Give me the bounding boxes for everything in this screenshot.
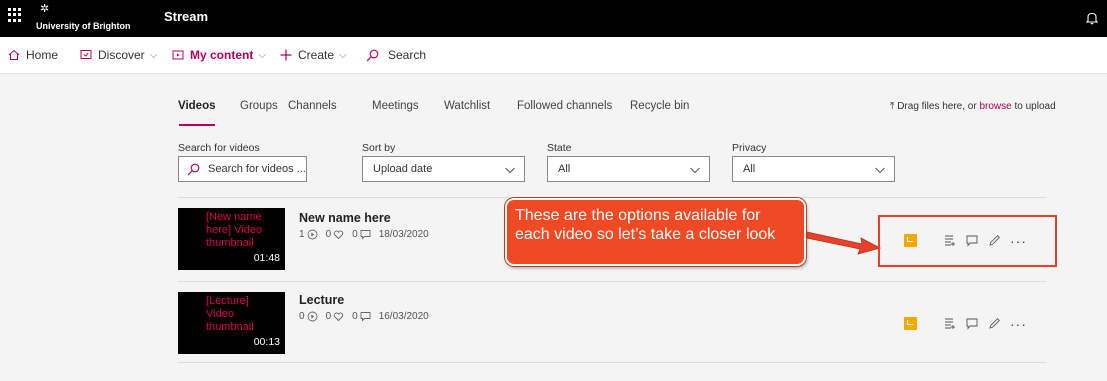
thumbnail-text: [New name here] Video thumbnail [206,211,263,249]
main-nav: Home Discover ⌵ My content ⌵ Create ⌵ Se… [0,37,1107,74]
nav-discover[interactable]: Discover ⌵ [80,48,157,62]
search-icon [366,49,379,61]
discover-icon [80,50,92,59]
actions-highlight-box [878,215,1057,267]
edit-pencil-icon[interactable] [988,317,1001,330]
video-thumbnail[interactable]: [Lecture] Video thumbnail 00:13 [178,292,285,354]
search-label: Search for videos [178,142,260,154]
state-select[interactable]: All [547,156,710,182]
comment-count: 0 [352,311,358,322]
video-stats: 0 0 0 16/03/2020 [299,311,429,322]
state-label: State [547,142,572,154]
owner-badge-icon[interactable] [904,317,917,330]
heart-icon [333,312,344,322]
video-stats: 1 0 0 18/03/2020 [299,229,429,240]
my-content-icon [172,50,184,60]
app-launcher-icon[interactable] [8,8,22,22]
search-icon [187,163,200,175]
comment-icon [360,230,371,240]
comment-count: 0 [352,229,358,240]
add-to-playlist-icon[interactable] [944,317,957,330]
tab-groups[interactable]: Groups [240,100,278,112]
like-count: 0 [325,229,332,240]
nav-home-label: Home [26,48,59,62]
top-bar: ✲ University of Brighton Stream [0,0,1107,37]
more-options-icon[interactable]: ··· [1010,317,1027,331]
nav-discover-label: Discover [98,48,145,62]
home-icon [8,49,20,60]
upload-hint: ⤒ Drag files here, or browse to upload [890,101,1056,112]
video-duration: 00:13 [253,336,280,348]
nav-home[interactable]: Home [8,48,58,62]
tab-videos[interactable]: Videos [178,100,216,112]
chevron-down-icon: ⌵ [339,49,347,61]
thumbnail-text: [Lecture] Video thumbnail [206,295,254,333]
upload-date: 18/03/2020 [378,229,429,240]
app-title[interactable]: Stream [164,9,208,24]
logo-star-icon: ✲ [40,3,50,15]
chevron-down-icon: ⌵ [258,49,266,61]
search-placeholder: Search for videos ... [208,163,306,175]
chevron-down-icon: ⌵ [149,49,158,61]
heart-icon [333,230,344,240]
upload-icon: ⤒ [890,101,895,112]
video-title[interactable]: New name here [299,211,391,225]
active-tab-indicator [179,124,215,126]
state-value: All [558,163,571,175]
sort-label: Sort by [362,142,396,154]
browse-link[interactable]: browse [979,101,1011,112]
annotation-callout: These are the options available for each… [505,198,806,266]
upload-prefix: Drag files here, or [897,101,977,112]
views-icon [307,229,318,240]
upload-date: 16/03/2020 [378,311,429,322]
tab-followed-channels[interactable]: Followed channels [517,100,612,112]
nav-search[interactable]: Search [366,48,426,62]
nav-my-content[interactable]: My content ⌵ [172,48,266,62]
privacy-value: All [743,163,756,175]
privacy-label: Privacy [732,142,767,154]
video-duration: 01:48 [253,252,280,264]
divider [178,281,1046,282]
chevron-down-icon [875,167,885,174]
like-count: 0 [325,311,332,322]
nav-my-content-label: My content [190,48,254,62]
add-comment-icon[interactable] [966,317,979,330]
nav-search-label: Search [388,48,427,62]
organization-name: University of Brighton [36,21,131,31]
nav-create[interactable]: Create ⌵ [280,48,347,62]
nav-create-label: Create [298,48,335,62]
video-thumbnail[interactable]: [New name here] Video thumbnail 01:48 [178,208,285,270]
view-count: 0 [299,311,305,322]
search-input[interactable]: Search for videos ... [178,156,307,182]
divider [178,362,1046,363]
sort-select[interactable]: Upload date [362,156,525,182]
chevron-down-icon [690,167,700,174]
annotation-arrow-icon [806,231,882,255]
tab-recycle-bin[interactable]: Recycle bin [630,100,689,112]
video-title[interactable]: Lecture [299,293,344,307]
views-icon [307,311,318,322]
tab-meetings[interactable]: Meetings [372,100,419,112]
chevron-down-icon [505,167,515,174]
tab-channels[interactable]: Channels [288,100,337,112]
view-count: 1 [299,229,305,240]
privacy-select[interactable]: All [732,156,895,182]
upload-suffix: to upload [1014,101,1056,112]
video-actions: ··· [904,317,1027,331]
notification-bell-icon[interactable] [1085,11,1099,25]
plus-icon [280,49,292,61]
comment-icon [360,312,371,322]
sort-value: Upload date [373,163,433,175]
tab-watchlist[interactable]: Watchlist [444,100,490,112]
